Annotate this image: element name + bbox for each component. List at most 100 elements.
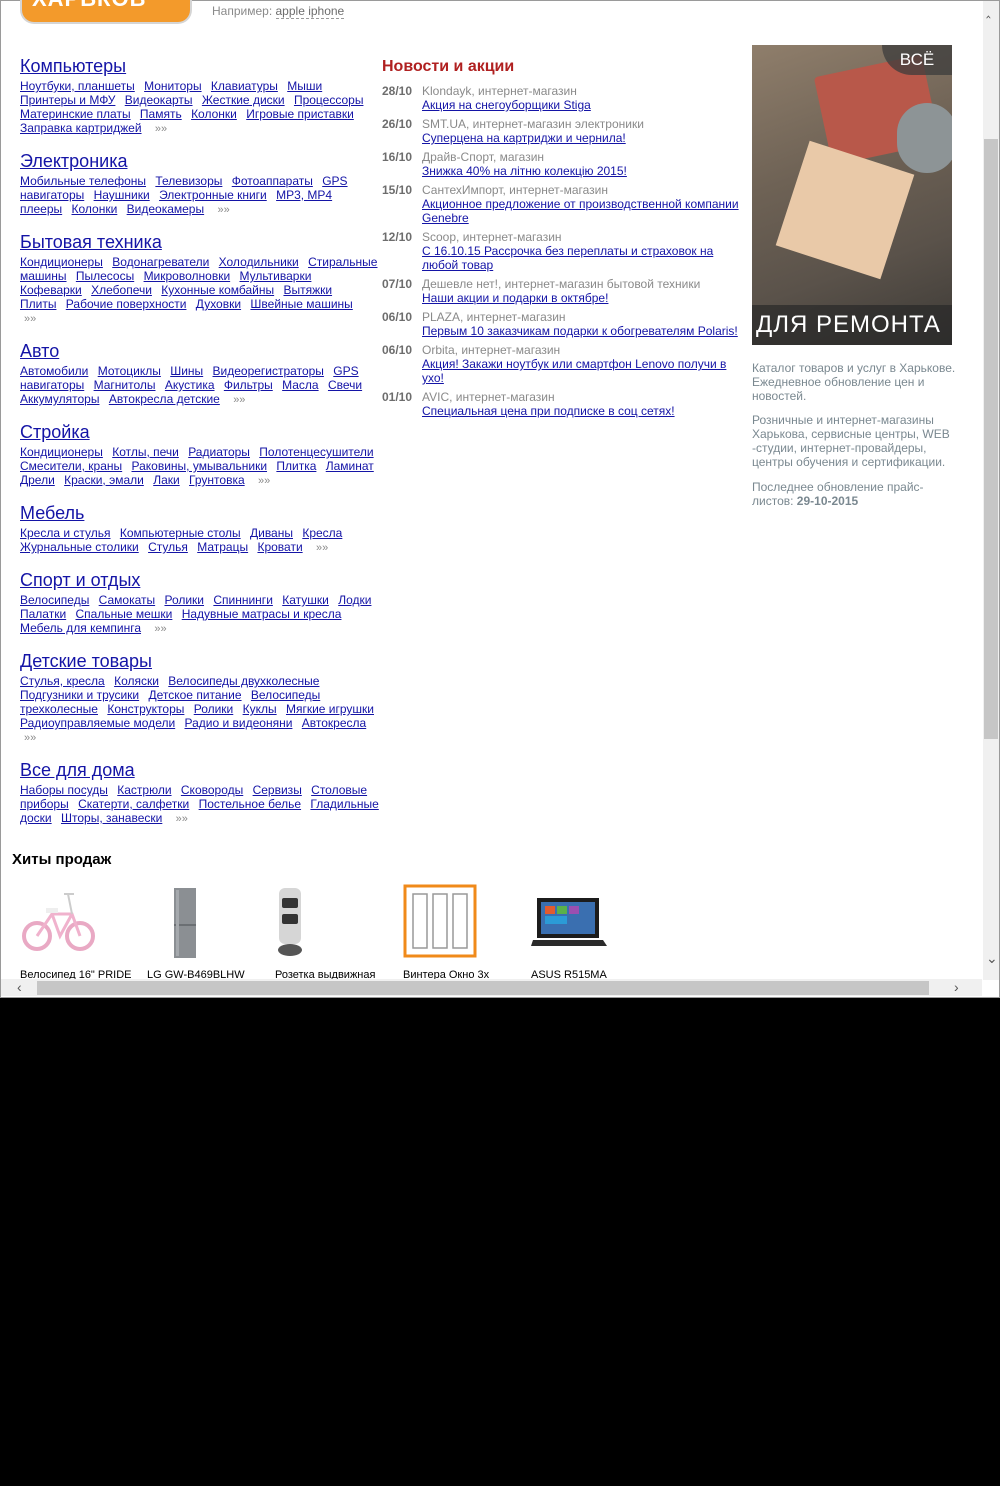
category-link[interactable]: Кресла (302, 526, 342, 540)
category-link[interactable]: Плиты (20, 297, 56, 311)
category-link[interactable]: Детское питание (148, 688, 241, 702)
more-link[interactable]: »» (233, 394, 245, 406)
promo-banner[interactable]: ВСЁ ДЛЯ РЕМОНТА (752, 45, 952, 345)
category-title[interactable]: Все для дома (20, 759, 382, 781)
category-link[interactable]: Постельное белье (199, 797, 301, 811)
category-link[interactable]: Сковороды (181, 783, 243, 797)
category-link[interactable]: Палатки (20, 607, 66, 621)
category-link[interactable]: Хлебопечи (91, 283, 152, 297)
category-link[interactable]: Ролики (194, 702, 234, 716)
category-link[interactable]: Магнитолы (94, 378, 156, 392)
socket-icon[interactable] (275, 884, 393, 960)
category-link[interactable]: Спальные мешки (76, 607, 173, 621)
scroll-left-icon[interactable]: ‹ (17, 980, 22, 994)
more-link[interactable]: »» (24, 313, 36, 325)
category-link[interactable]: Кондиционеры (20, 255, 103, 269)
scroll-right-icon[interactable]: › (954, 980, 959, 994)
category-link[interactable]: Кухонные комбайны (161, 283, 274, 297)
category-link[interactable]: Ламинат (326, 459, 374, 473)
scroll-up-icon[interactable]: ‸ (986, 3, 991, 17)
category-link[interactable]: Скатерти, салфетки (78, 797, 189, 811)
more-link[interactable]: »» (258, 475, 270, 487)
more-link[interactable]: »» (154, 623, 166, 635)
category-link[interactable]: Раковины, умывальники (132, 459, 268, 473)
category-link[interactable]: Мебель для кемпинга (20, 621, 141, 635)
category-link[interactable]: Смесители, краны (20, 459, 122, 473)
category-link[interactable]: Краски, эмали (64, 473, 144, 487)
product-card[interactable]: Розетка выдвижная (275, 884, 393, 981)
category-link[interactable]: Журнальные столики (20, 540, 139, 554)
vertical-scrollbar[interactable]: ‸ ⌄ (983, 1, 999, 980)
news-link[interactable]: Знижка 40% на літню колекцію 2015! (422, 164, 744, 178)
category-link[interactable]: Лодки (338, 593, 371, 607)
category-link[interactable]: Радиаторы (188, 445, 250, 459)
category-link[interactable]: Водонагреватели (112, 255, 209, 269)
scroll-down-icon[interactable]: ⌄ (986, 951, 998, 965)
category-title[interactable]: Компьютеры (20, 55, 382, 77)
category-link[interactable]: Игровые приставки (246, 107, 354, 121)
category-link[interactable]: Видеокамеры (127, 202, 204, 216)
fridge-icon[interactable] (147, 884, 265, 960)
category-link[interactable]: Память (140, 107, 182, 121)
category-link[interactable]: Радиоуправляемые модели (20, 716, 175, 730)
category-link[interactable]: Автомобили (20, 364, 88, 378)
category-link[interactable]: Шторы, занавески (61, 811, 162, 825)
category-link[interactable]: Ноутбуки, планшеты (20, 79, 135, 93)
product-card[interactable]: LG GW-B469BLHW (147, 884, 265, 981)
category-link[interactable]: Видеорегистраторы (213, 364, 324, 378)
category-link[interactable]: Шины (170, 364, 203, 378)
category-link[interactable]: Акустика (165, 378, 215, 392)
product-card[interactable]: Велосипед 16" PRIDE (20, 884, 138, 981)
category-link[interactable]: Лаки (153, 473, 180, 487)
category-link[interactable]: Ролики (164, 593, 204, 607)
category-link[interactable]: Коляски (114, 674, 159, 688)
more-link[interactable]: »» (24, 732, 36, 744)
category-link[interactable]: Микроволновки (144, 269, 231, 283)
category-link[interactable]: Мультиварки (239, 269, 311, 283)
category-link[interactable]: Мобильные телефоны (20, 174, 146, 188)
category-link[interactable]: Дрели (20, 473, 55, 487)
category-link[interactable]: Мягкие игрушки (286, 702, 374, 716)
category-link[interactable]: Процессоры (294, 93, 364, 107)
category-link[interactable]: Плитка (276, 459, 316, 473)
more-link[interactable]: »» (217, 204, 229, 216)
category-link[interactable]: Стулья (148, 540, 188, 554)
category-link[interactable]: Полотенцесушители (259, 445, 373, 459)
category-link[interactable]: Катушки (282, 593, 329, 607)
news-link[interactable]: Акция на снегоуборщики Stiga (422, 98, 744, 112)
product-card[interactable]: ASUS R515MA (531, 884, 649, 981)
category-link[interactable]: Фотоаппараты (232, 174, 313, 188)
category-title[interactable]: Спорт и отдых (20, 569, 382, 591)
category-link[interactable]: Масла (282, 378, 318, 392)
category-link[interactable]: Надувные матрасы и кресла (182, 607, 342, 621)
search-hint-example[interactable]: apple iphone (275, 4, 345, 19)
category-link[interactable]: Швейные машины (250, 297, 352, 311)
category-link[interactable]: Радио и видеоняни (185, 716, 293, 730)
category-link[interactable]: Спиннинги (213, 593, 273, 607)
horizontal-scrollbar[interactable]: ‹ › (1, 979, 982, 996)
news-link[interactable]: Суперцена на картриджи и чернила! (422, 131, 744, 145)
category-link[interactable]: Куклы (243, 702, 277, 716)
category-link[interactable]: Кровати (257, 540, 302, 554)
news-link[interactable]: С 16.10.15 Рассрочка без переплаты и стр… (422, 244, 744, 272)
category-link[interactable]: Котлы, печи (112, 445, 179, 459)
category-link[interactable]: Автокресла (302, 716, 366, 730)
category-link[interactable]: Рабочие поверхности (66, 297, 187, 311)
horizontal-scroll-thumb[interactable] (37, 981, 929, 995)
bicycle-icon[interactable] (20, 884, 138, 960)
news-link[interactable]: Акционное предложение от производственно… (422, 197, 744, 225)
category-link[interactable]: Вытяжки (283, 283, 332, 297)
category-link[interactable]: Электронные книги (159, 188, 267, 202)
category-link[interactable]: Принтеры и МФУ (20, 93, 115, 107)
category-link[interactable]: Компьютерные столы (120, 526, 241, 540)
category-link[interactable]: Фильтры (224, 378, 273, 392)
category-link[interactable]: Матрацы (197, 540, 248, 554)
category-link[interactable]: Колонки (191, 107, 237, 121)
more-link[interactable]: »» (155, 123, 167, 135)
window-icon[interactable] (403, 884, 521, 960)
category-link[interactable]: Кондиционеры (20, 445, 103, 459)
category-link[interactable]: Жесткие диски (202, 93, 285, 107)
category-link[interactable]: Сервизы (253, 783, 302, 797)
news-link[interactable]: Первым 10 заказчикам подарки к обогреват… (422, 324, 744, 338)
news-link[interactable]: Акция! Закажи ноутбук или смартфон Lenov… (422, 357, 744, 385)
